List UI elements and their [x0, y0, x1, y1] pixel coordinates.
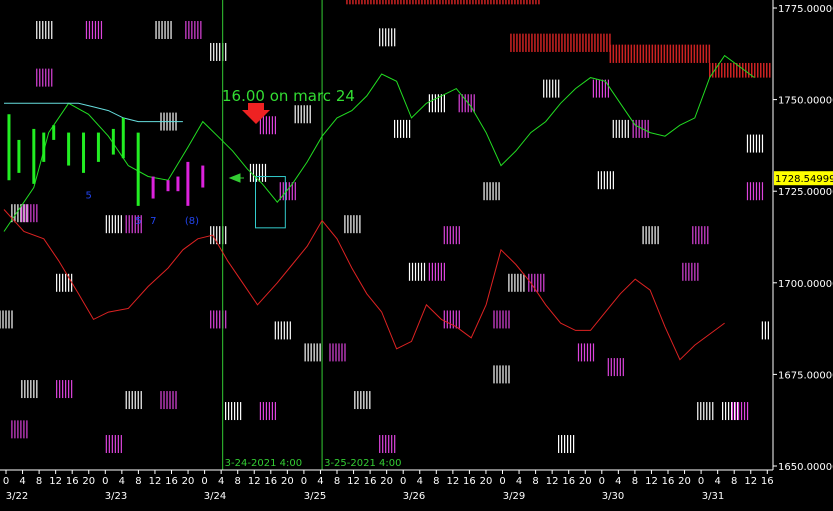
y-tick-label: 1725.00000 [778, 187, 833, 198]
x-hour-label: 12 [744, 476, 757, 487]
x-hour-label: 0 [698, 476, 704, 487]
x-hour-label: 12 [546, 476, 559, 487]
x-hour-label: 12 [49, 476, 62, 487]
x-hour-label: 8 [135, 476, 141, 487]
x-hour-label: 20 [182, 476, 195, 487]
x-hour-label: 16 [662, 476, 675, 487]
x-hour-label: 12 [347, 476, 360, 487]
x-date-label: 3/30 [602, 491, 624, 502]
x-hour-label: 0 [102, 476, 108, 487]
x-date-label: 3/22 [6, 491, 28, 502]
x-date-label: 3/25 [304, 491, 326, 502]
x-date-label: 3/31 [702, 491, 724, 502]
y-tick-label: 1750.00000 [778, 96, 833, 107]
x-date-label: 3/23 [105, 491, 127, 502]
x-hour-label: 4 [317, 476, 323, 487]
x-date-label: 3/26 [403, 491, 425, 502]
x-hour-label: 4 [19, 476, 25, 487]
x-hour-label: 8 [532, 476, 538, 487]
resistance-block [708, 62, 771, 78]
x-hour-label: 0 [3, 476, 9, 487]
x-hour-label: 20 [678, 476, 691, 487]
x-hour-label: 8 [731, 476, 737, 487]
bar-number: 7 [150, 216, 156, 227]
vertical-line-label: 3-25-2021 4:00 [324, 458, 401, 469]
x-hour-label: 4 [119, 476, 125, 487]
x-hour-label: 16 [165, 476, 178, 487]
x-hour-label: 16 [463, 476, 476, 487]
x-hour-label: 8 [334, 476, 340, 487]
y-tick-label: 1675.00000 [778, 370, 833, 381]
bar-number: 5 [135, 216, 141, 227]
x-hour-label: 8 [235, 476, 241, 487]
bar-number: (8) [185, 216, 199, 227]
x-hour-label: 8 [632, 476, 638, 487]
x-hour-label: 12 [149, 476, 162, 487]
x-hour-label: 8 [433, 476, 439, 487]
annotation-text: 16.00 on marc 24 [222, 87, 355, 105]
x-hour-label: 12 [248, 476, 261, 487]
x-hour-label: 0 [301, 476, 307, 487]
x-hour-label: 16 [761, 476, 774, 487]
x-hour-label: 4 [218, 476, 224, 487]
y-tick-label: 1700.00000 [778, 279, 833, 290]
x-hour-label: 20 [480, 476, 493, 487]
x-hour-label: 20 [281, 476, 294, 487]
x-hour-label: 4 [417, 476, 423, 487]
current-price-label: 1728.54999 [775, 174, 833, 185]
vertical-line-label: 3-24-2021 4:00 [225, 458, 302, 469]
x-hour-label: 12 [446, 476, 459, 487]
x-hour-label: 4 [615, 476, 621, 487]
x-hour-label: 0 [499, 476, 505, 487]
x-hour-label: 0 [599, 476, 605, 487]
x-hour-label: 20 [82, 476, 95, 487]
y-tick-label: 1775.00000 [778, 4, 833, 15]
x-date-label: 3/29 [503, 491, 525, 502]
bar-number: 5 [85, 191, 91, 202]
x-hour-label: 4 [714, 476, 720, 487]
x-hour-label: 16 [364, 476, 377, 487]
x-hour-label: 0 [201, 476, 207, 487]
x-hour-label: 8 [36, 476, 42, 487]
chart-background [0, 0, 833, 511]
x-hour-label: 16 [264, 476, 277, 487]
x-date-label: 3/24 [204, 491, 226, 502]
x-hour-label: 16 [66, 476, 79, 487]
x-hour-label: 16 [562, 476, 575, 487]
x-hour-label: 0 [400, 476, 406, 487]
x-hour-label: 20 [579, 476, 592, 487]
x-hour-label: 12 [645, 476, 658, 487]
x-hour-label: 4 [516, 476, 522, 487]
y-tick-label: 1650.00000 [778, 462, 833, 473]
price-chart: 3-24-2021 4:00 3-25-2021 4:00 55 7 (8)16.00… [0, 0, 833, 511]
x-hour-label: 20 [380, 476, 393, 487]
